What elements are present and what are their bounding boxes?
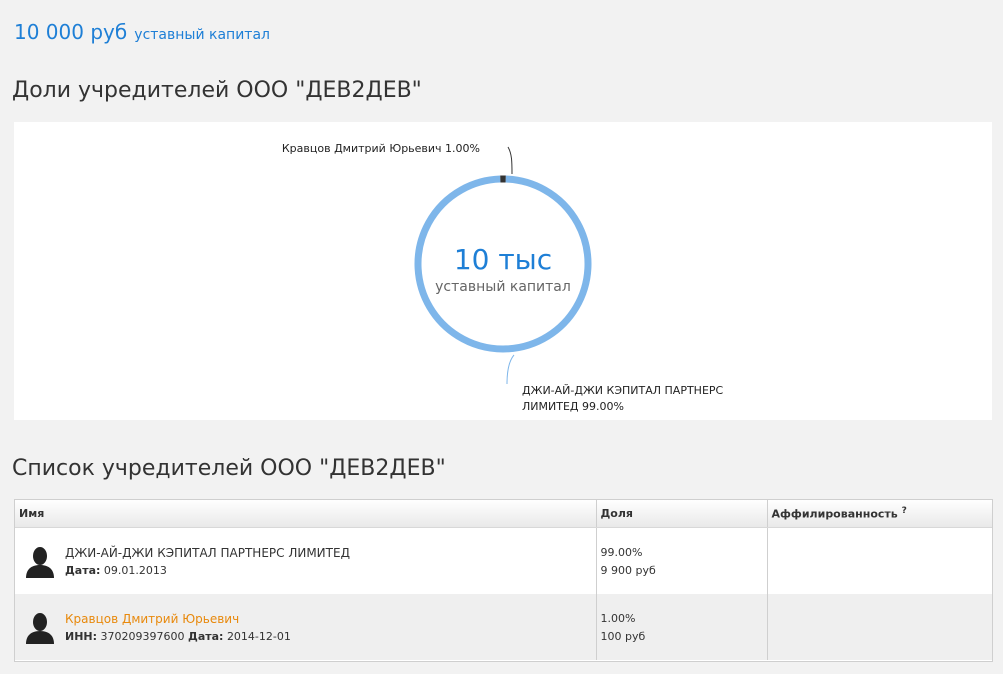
date-value: 09.01.2013 bbox=[103, 564, 167, 577]
person-avatar-icon bbox=[26, 613, 54, 644]
center-value: 10 тыс bbox=[454, 243, 552, 276]
shares-heading: Доли учредителей ООО "ДЕВ2ДЕВ" bbox=[12, 78, 422, 103]
column-header-name: Имя bbox=[15, 500, 597, 528]
slice-label-major-line2: ЛИМИТЕД 99.00% bbox=[522, 400, 624, 413]
help-icon[interactable]: ? bbox=[902, 506, 907, 516]
share-percent: 99.00% bbox=[600, 546, 643, 559]
share-cell: 1.00% 100 руб bbox=[596, 594, 768, 660]
date-value: 2014-12-01 bbox=[226, 630, 291, 643]
capital-amount: 10 000 руб bbox=[14, 20, 128, 44]
slice-label-major-line1: ДЖИ-АЙ-ДЖИ КЭПИТАЛ ПАРТНЕРС bbox=[522, 384, 724, 397]
name-cell: Кравцов Дмитрий Юрьевич ИНН: 37020939760… bbox=[15, 594, 597, 660]
leader-line-major bbox=[506, 354, 515, 385]
name-cell: ДЖИ-АЙ-ДЖИ КЭПИТАЛ ПАРТНЕРС ЛИМИТЕД Дата… bbox=[15, 527, 597, 594]
share-rub: 9 900 руб bbox=[600, 564, 656, 577]
capital-label: уставный капитал bbox=[134, 27, 270, 43]
capital-summary: 10 000 руб уставный капитал bbox=[14, 20, 270, 44]
share-rub: 100 руб bbox=[600, 630, 646, 643]
slice-label-minor: Кравцов Дмитрий Юрьевич 1.00% bbox=[282, 142, 480, 155]
column-header-affiliation: Аффилированность ? bbox=[767, 500, 992, 528]
leader-line-minor bbox=[507, 146, 513, 175]
table-row: Кравцов Дмитрий Юрьевич ИНН: 37020939760… bbox=[15, 594, 992, 660]
list-heading: Список учредителей ООО "ДЕВ2ДЕВ" bbox=[12, 456, 446, 481]
table-row: ДЖИ-АЙ-ДЖИ КЭПИТАЛ ПАРТНЕРС ЛИМИТЕД Дата… bbox=[15, 527, 992, 594]
date-label: Дата: bbox=[188, 630, 224, 643]
founders-table: Имя Доля Аффилированность ? ДЖИ-АЙ-ДЖИ К… bbox=[14, 499, 993, 662]
founder-meta: Дата: 09.01.2013 bbox=[65, 562, 350, 580]
inn-value: 370209397600 bbox=[100, 630, 185, 643]
column-header-share: Доля bbox=[596, 500, 768, 528]
shares-chart: Кравцов Дмитрий Юрьевич 1.00% ДЖИ-АЙ-ДЖИ… bbox=[14, 122, 992, 420]
affiliation-cell bbox=[767, 594, 992, 660]
founder-name-link[interactable]: Кравцов Дмитрий Юрьевич bbox=[65, 610, 291, 628]
date-label: Дата: bbox=[65, 564, 101, 577]
person-avatar-icon bbox=[26, 547, 54, 578]
center-label: уставный капитал bbox=[435, 279, 571, 295]
donut-chart: Кравцов Дмитрий Юрьевич 1.00% ДЖИ-АЙ-ДЖИ… bbox=[282, 142, 724, 413]
affiliation-cell bbox=[767, 527, 992, 594]
share-percent: 1.00% bbox=[600, 612, 636, 625]
founder-name: ДЖИ-АЙ-ДЖИ КЭПИТАЛ ПАРТНЕРС ЛИМИТЕД bbox=[65, 546, 350, 560]
share-cell: 99.00% 9 900 руб bbox=[596, 527, 768, 594]
table-header-row: Имя Доля Аффилированность ? bbox=[15, 500, 992, 528]
affiliation-header-label: Аффилированность bbox=[771, 507, 898, 521]
founder-meta: ИНН: 370209397600 Дата: 2014-12-01 bbox=[65, 628, 291, 646]
inn-label: ИНН: bbox=[65, 630, 98, 643]
